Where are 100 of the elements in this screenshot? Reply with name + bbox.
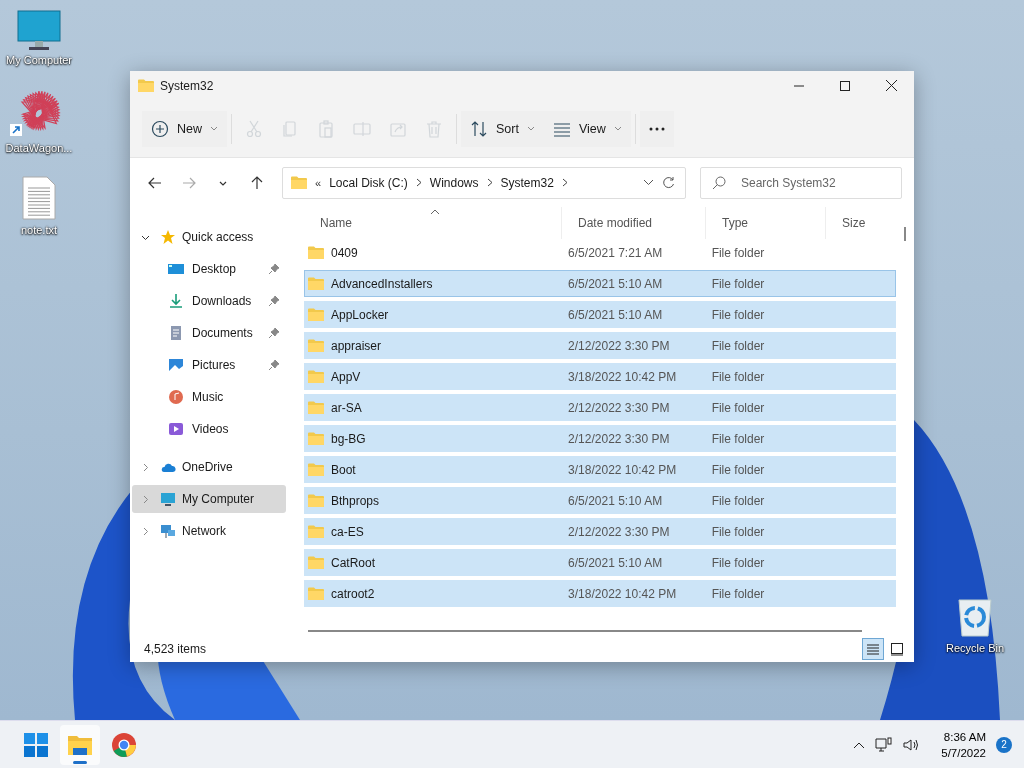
monitor-icon[interactable] — [17, 10, 61, 50]
folder-icon — [308, 556, 324, 569]
more-icon — [648, 126, 665, 131]
file-row[interactable]: ca-ES 2/12/2022 3:30 PM File folder — [304, 518, 896, 545]
folder-icon — [138, 79, 154, 92]
file-name: 0409 — [331, 245, 358, 260]
pin-icon[interactable] — [268, 327, 280, 339]
folder-icon — [308, 277, 324, 290]
sidebar-item[interactable]: Videos — [132, 415, 286, 443]
arrow-up-icon — [250, 175, 264, 190]
file-row[interactable]: 0409 6/5/2021 7:21 AM File folder — [304, 239, 896, 266]
pin-icon[interactable] — [268, 359, 280, 371]
recycle-bin-icon[interactable] — [957, 598, 993, 638]
text-file-icon[interactable] — [22, 176, 56, 220]
folder-icon — [308, 401, 324, 414]
file-row[interactable]: CatRoot 6/5/2021 5:10 AM File folder — [304, 549, 896, 576]
new-button[interactable]: New — [142, 110, 227, 147]
more-button[interactable] — [639, 110, 674, 147]
notification-badge[interactable]: 2 — [996, 736, 1012, 753]
sidebar-item[interactable]: Network — [132, 517, 286, 545]
folder-icon — [308, 339, 324, 352]
star-icon — [160, 229, 176, 245]
item-count: 4,523 items — [144, 641, 207, 656]
windows-logo-icon — [23, 731, 49, 758]
clock-date[interactable]: 5/7/2022 — [941, 744, 986, 761]
file-row[interactable]: ar-SA 2/12/2022 3:30 PM File folder — [304, 394, 896, 421]
folder-icon — [308, 494, 324, 507]
file-row[interactable]: Boot 3/18/2022 10:42 PM File folder — [304, 456, 896, 483]
column-header[interactable]: Type — [706, 207, 826, 239]
pin-icon[interactable] — [268, 263, 280, 275]
date-modified: 6/5/2021 7:21 AM — [568, 245, 663, 260]
scrollbar-thumb[interactable] — [308, 630, 862, 632]
breadcrumb-item[interactable]: System32 — [500, 175, 554, 190]
network-icon[interactable] — [875, 736, 894, 753]
chevron-up-icon[interactable] — [853, 740, 866, 749]
clock-time[interactable]: 8:36 AM — [943, 728, 986, 745]
file-row[interactable]: AppLocker 6/5/2021 5:10 AM File folder — [304, 301, 896, 328]
arrow-right-icon — [182, 175, 196, 190]
sort-button[interactable]: Sort — [461, 110, 544, 147]
video-icon — [168, 421, 184, 437]
sidebar-item[interactable]: My Computer — [132, 485, 286, 513]
file-row[interactable]: catroot2 3/18/2022 10:42 PM File folder — [304, 580, 896, 607]
sidebar-item[interactable]: Desktop — [132, 255, 286, 283]
file-type: File folder — [711, 431, 765, 446]
chevron-right-icon[interactable] — [141, 526, 150, 536]
folder-icon — [308, 587, 324, 600]
file-row[interactable]: appraiser 2/12/2022 3:30 PM File folder — [304, 332, 896, 359]
sidebar-item[interactable]: Music — [132, 383, 286, 411]
file-row[interactable]: Bthprops 6/5/2021 5:10 AM File folder — [304, 487, 896, 514]
sidebar-item[interactable]: Quick access — [132, 223, 286, 251]
address-bar[interactable]: « Local Disk (C:) Windows System32 — [282, 166, 686, 199]
scrollbar-thumb[interactable] — [904, 227, 906, 241]
trash-icon — [425, 119, 443, 138]
column-header[interactable]: Size — [826, 207, 896, 239]
sidebar-item[interactable]: Documents — [132, 319, 286, 347]
file-name: CatRoot — [331, 555, 376, 570]
file-type: File folder — [711, 586, 765, 601]
file-name: AdvancedInstallers — [331, 276, 433, 291]
pin-icon[interactable] — [268, 295, 280, 307]
details-view-button[interactable] — [862, 637, 884, 660]
file-row[interactable]: bg-BG 2/12/2022 3:30 PM File folder — [304, 425, 896, 452]
folder-icon — [308, 246, 324, 259]
breadcrumb-item[interactable]: Local Disk (C:) — [329, 175, 408, 190]
folder-icon — [291, 176, 307, 189]
refresh-icon[interactable] — [662, 176, 675, 189]
clipboard-icon — [317, 119, 335, 138]
folder-icon — [308, 308, 324, 321]
sidebar-item[interactable]: Pictures — [132, 351, 286, 379]
view-button[interactable]: View — [543, 110, 631, 147]
file-type: File folder — [711, 369, 765, 384]
date-modified: 6/5/2021 5:10 AM — [568, 276, 663, 291]
chevron-right-icon[interactable] — [141, 494, 150, 504]
overflow-chevron[interactable]: « — [315, 176, 322, 189]
dropdown-chevron-icon[interactable] — [643, 179, 654, 186]
caret-icon — [613, 125, 622, 132]
file-row[interactable]: AdvancedInstallers 6/5/2021 5:10 AM File folder — [304, 270, 896, 297]
file-name: AppV — [331, 369, 361, 384]
date-modified: 2/12/2022 3:30 PM — [568, 524, 670, 539]
breadcrumb-item[interactable]: Windows — [429, 175, 479, 190]
browser-icon — [111, 731, 137, 758]
column-header[interactable]: Date modified — [562, 207, 706, 239]
sidebar-item[interactable]: Downloads — [132, 287, 286, 315]
window-title: System32 — [160, 78, 214, 93]
chevron-right-icon[interactable] — [141, 462, 150, 472]
date-modified: 3/18/2022 10:42 PM — [568, 586, 677, 601]
music-icon — [168, 389, 184, 405]
date-modified: 6/5/2021 5:10 AM — [568, 493, 663, 508]
date-modified: 6/5/2021 5:10 AM — [568, 307, 663, 322]
file-row[interactable]: AppV 3/18/2022 10:42 PM File folder — [304, 363, 896, 390]
folder-app-button[interactable] — [60, 724, 100, 765]
download-icon — [168, 293, 184, 309]
column-header[interactable]: Name — [304, 207, 562, 239]
search-field[interactable]: Search System32 — [700, 166, 902, 199]
file-name: AppLocker — [331, 307, 389, 322]
file-type: File folder — [711, 276, 765, 291]
sidebar-item[interactable]: OneDrive — [132, 453, 286, 481]
file-name: bg-BG — [331, 431, 366, 446]
file-type: File folder — [711, 307, 765, 322]
document-icon — [168, 325, 184, 341]
chevron-right-icon — [561, 178, 568, 187]
